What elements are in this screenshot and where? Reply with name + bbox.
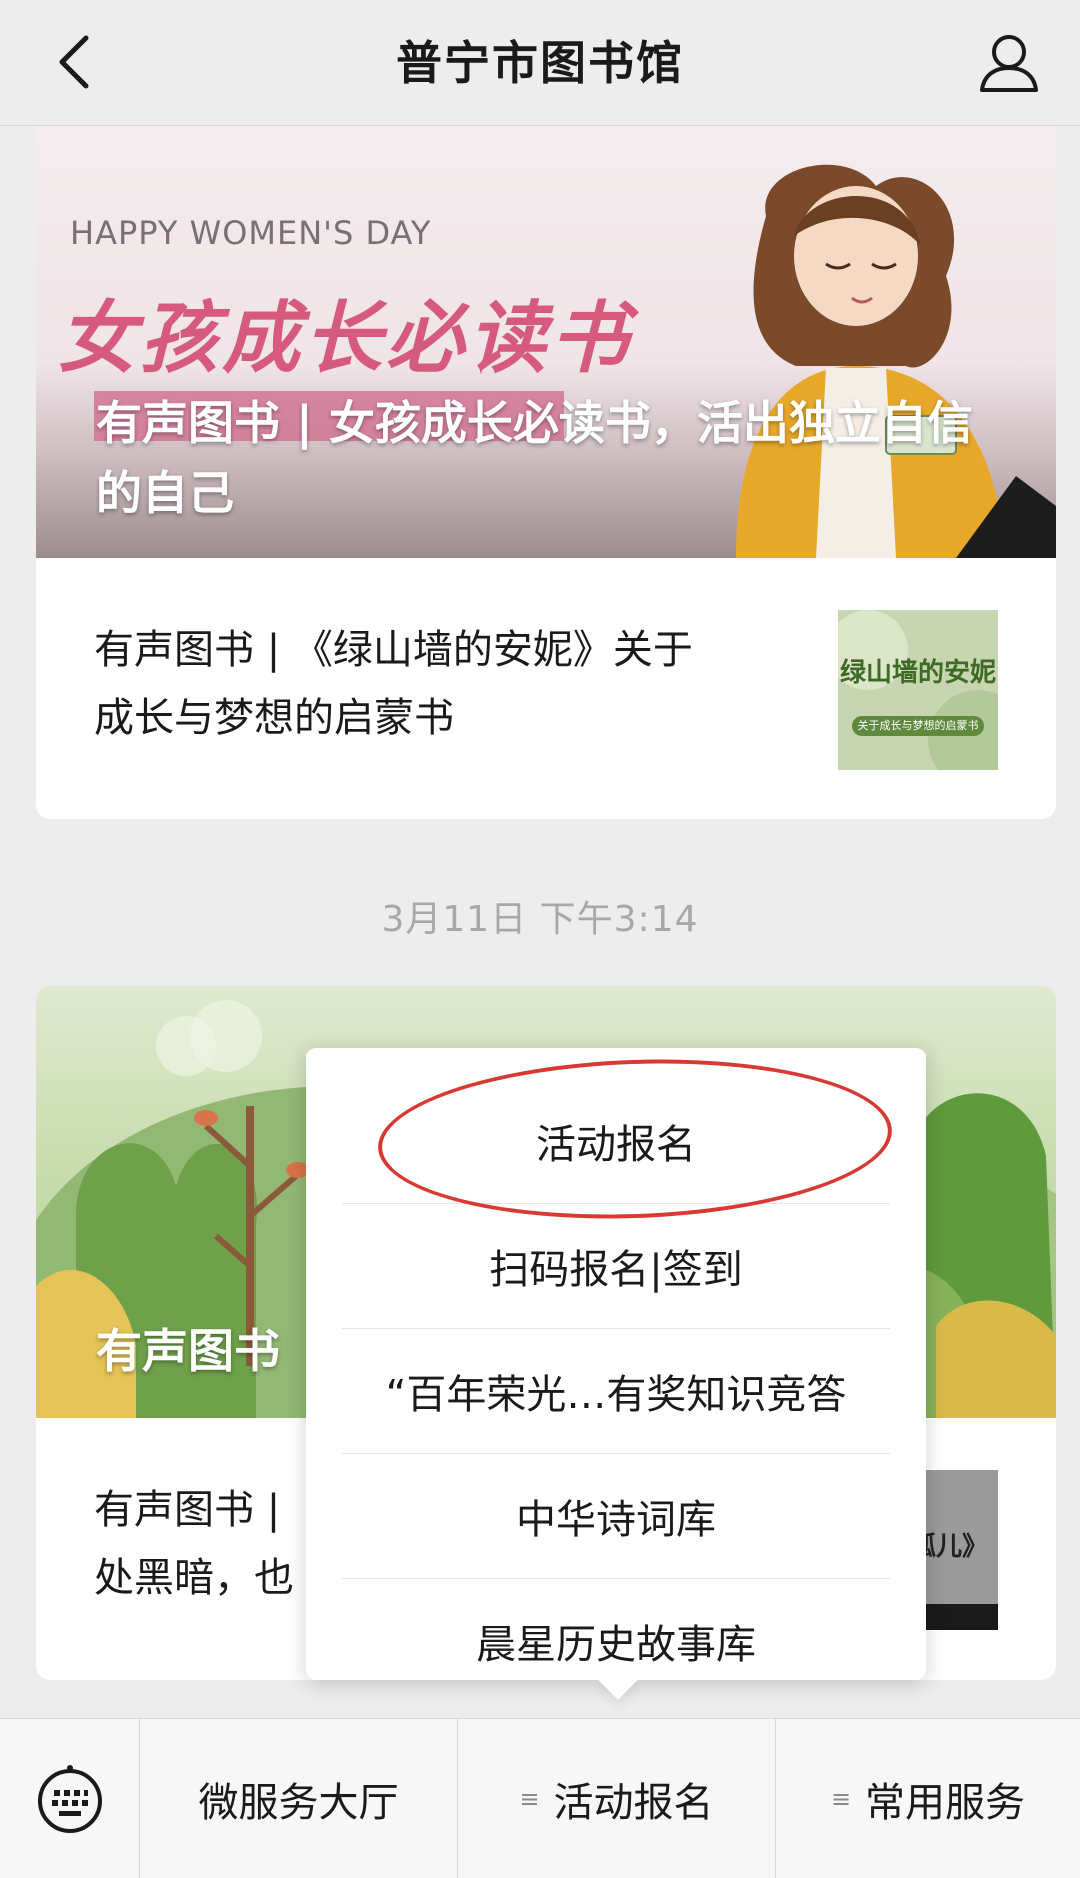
cover-headline-text: 女孩成长必读书 (58, 294, 633, 384)
article-title[interactable]: 有声图书 | 女孩成长必读书，活出独立自信的自己 (96, 388, 996, 528)
menu-item-label: 活动报名 (536, 1121, 696, 1168)
tab-micro-service-hall[interactable]: 微服务大厅 (140, 1719, 458, 1878)
article-cover-image[interactable]: HAPPY WOMEN'S DAY 女孩成长必读书 有声图书 | 女孩成长必读书… (36, 126, 1056, 558)
tab-label: 活动报名 (553, 1780, 714, 1826)
tab-label: 常用服务 (865, 1780, 1026, 1826)
menu-item-poetry-library[interactable]: 中华诗词库 (342, 1453, 890, 1578)
menu-item-label: “百年荣光…有奖知识竞答 (385, 1371, 847, 1418)
article-subitem[interactable]: 有声图书 | 《绿山墙的安妮》关于成长与梦想的启蒙书 绿山墙的安妮 关于成长与梦… (36, 558, 1056, 818)
article-card-1[interactable]: HAPPY WOMEN'S DAY 女孩成长必读书 有声图书 | 女孩成长必读书… (36, 126, 1056, 819)
article-thumbnail[interactable]: 绿山墙的安妮 关于成长与梦想的启蒙书 (838, 610, 998, 770)
tab-activity-signup[interactable]: ≡ 活动报名 (458, 1719, 776, 1878)
menu-item-label: 中华诗词库 (516, 1496, 716, 1543)
top-navigation-bar: 普宁市图书馆 (0, 0, 1080, 126)
menu-item-label: 晨星历史故事库 (476, 1621, 756, 1668)
menu-list-icon: ≡ (830, 1785, 852, 1813)
menu-list-icon: ≡ (519, 1785, 540, 1813)
menu-item-scan-signup[interactable]: 扫码报名|签到 (342, 1203, 890, 1328)
page-title: 普宁市图书馆 (396, 36, 684, 90)
tab-label: 微服务大厅 (198, 1780, 399, 1826)
keyboard-icon[interactable] (0, 1719, 140, 1878)
tab-common-services[interactable]: ≡ 常用服务 (776, 1719, 1080, 1878)
menu-item-quiz[interactable]: “百年荣光…有奖知识竞答 (342, 1328, 890, 1453)
article-subitem-title[interactable]: 有声图书 | 《绿山墙的安妮》关于成长与梦想的启蒙书 (94, 616, 714, 752)
menu-item-label: 扫码报名|签到 (489, 1246, 743, 1293)
activity-popup-menu: 活动报名 扫码报名|签到 “百年荣光…有奖知识竞答 中华诗词库 晨星历史故事库 (306, 1048, 926, 1700)
thumbnail-title: 绿山墙的安妮 (839, 658, 996, 688)
message-timestamp: 3月11日 下午3:14 (381, 899, 699, 940)
thumbnail-subtitle: 关于成长与梦想的启蒙书 (857, 719, 979, 732)
bottom-menu-bar: 微服务大厅 ≡ 活动报名 ≡ 常用服务 (0, 1718, 1080, 1878)
user-profile-icon[interactable] (974, 28, 1044, 98)
cover-english-text: HAPPY WOMEN'S DAY (70, 214, 432, 252)
